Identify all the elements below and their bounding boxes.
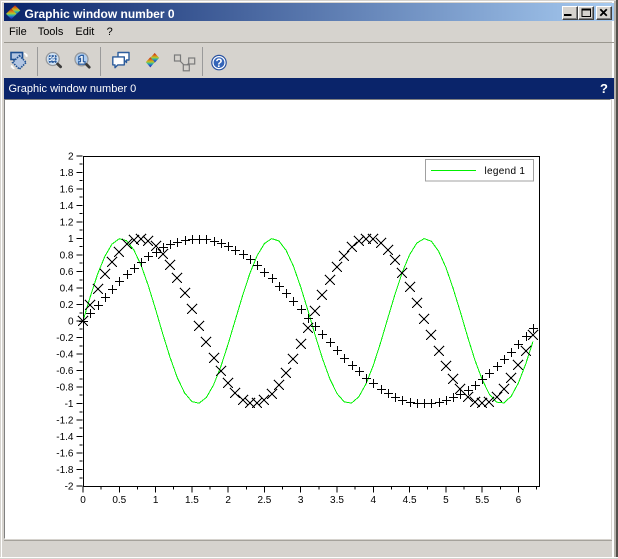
svg-text:-0.4: -0.4: [56, 350, 74, 361]
svg-text:-1: -1: [65, 399, 74, 410]
svg-text:-0.8: -0.8: [56, 383, 74, 394]
svg-text:?: ?: [215, 58, 222, 70]
svg-text:-1.2: -1.2: [56, 416, 74, 427]
svg-text:-0.2: -0.2: [56, 333, 74, 344]
svg-text:3: 3: [298, 495, 304, 506]
svg-text:1.8: 1.8: [60, 168, 74, 179]
svg-text:-0.6: -0.6: [56, 366, 74, 377]
svg-text:1: 1: [68, 234, 74, 245]
svg-text:0: 0: [80, 495, 86, 506]
svg-text:0.8: 0.8: [60, 251, 74, 262]
svg-text:1: 1: [79, 55, 85, 67]
svg-text:4.5: 4.5: [403, 495, 417, 506]
svg-text:0.5: 0.5: [112, 495, 126, 506]
svg-text:legend 1: legend 1: [485, 166, 526, 177]
svg-text:3.5: 3.5: [330, 495, 344, 506]
svg-text:6: 6: [516, 495, 522, 506]
svg-text:0: 0: [68, 317, 74, 328]
svg-text:1: 1: [153, 495, 159, 506]
svg-text:2.5: 2.5: [257, 495, 271, 506]
svg-text:5: 5: [443, 495, 449, 506]
svg-text:0.2: 0.2: [60, 300, 74, 311]
svg-text:2: 2: [68, 152, 74, 163]
svg-text:2: 2: [225, 495, 231, 506]
svg-text:0.6: 0.6: [60, 267, 74, 278]
svg-text:4: 4: [371, 495, 377, 506]
svg-text:-1.6: -1.6: [56, 449, 74, 460]
svg-text:-1.4: -1.4: [56, 432, 74, 443]
svg-text:0.4: 0.4: [60, 284, 74, 295]
svg-text:-2: -2: [65, 482, 74, 493]
svg-text:1.5: 1.5: [185, 495, 199, 506]
svg-text:1.4: 1.4: [60, 201, 74, 212]
svg-text:1.2: 1.2: [60, 218, 74, 229]
svg-text:-1.8: -1.8: [56, 465, 74, 476]
svg-text:1.6: 1.6: [60, 185, 74, 196]
svg-text:5.5: 5.5: [475, 495, 489, 506]
